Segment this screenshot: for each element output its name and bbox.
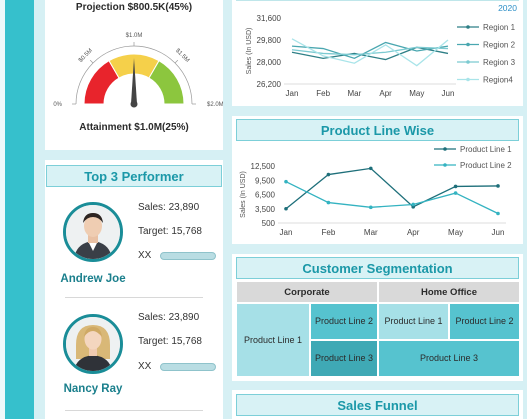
product-line-title: Product Line Wise bbox=[236, 119, 519, 141]
data-point bbox=[496, 184, 500, 188]
legend-label: Region 2 bbox=[483, 41, 516, 50]
gauge-tick bbox=[174, 59, 179, 64]
x-tick-label: Jan bbox=[286, 89, 299, 98]
projection-gauge-panel: Projection $800.5K(45%) 0% $0.5M $1.0M $1.5… bbox=[45, 0, 223, 150]
gauge-chart: 0%$0.5M$1.0M$1.5M$2.0M bbox=[53, 33, 223, 108]
x-tick-label: Jun bbox=[442, 89, 455, 98]
legend-marker bbox=[443, 163, 447, 167]
legend-marker bbox=[466, 25, 470, 29]
gauge-tick bbox=[89, 59, 94, 64]
y-axis-label: Sales (In USD) bbox=[246, 28, 253, 75]
data-point bbox=[284, 206, 288, 211]
data-point bbox=[369, 205, 373, 210]
gauge-scale-label: $2.0M bbox=[207, 102, 223, 108]
avatar bbox=[63, 202, 123, 262]
avatar bbox=[63, 314, 123, 374]
product-line-panel: Product Line Wise 12,500 9,500 6,500 3,500 5… bbox=[232, 116, 523, 244]
year-label: 2020 bbox=[498, 3, 517, 13]
y-tick-label: 29,800 bbox=[257, 36, 282, 45]
x-tick-label: Jun bbox=[492, 228, 505, 237]
y-tick-label: 3,500 bbox=[255, 205, 276, 214]
y-axis-label: Sales (In USD) bbox=[240, 171, 247, 218]
divider bbox=[65, 410, 203, 411]
sales-funnel-panel: Sales Funnel bbox=[232, 390, 523, 419]
legend-label: Product Line 1 bbox=[460, 145, 512, 154]
gauge-needle-hub bbox=[130, 100, 138, 108]
performer-sales: Sales: 23,890 bbox=[138, 312, 200, 323]
performer-progress-bar bbox=[160, 252, 216, 260]
segment-header-home-office: Home Office bbox=[378, 281, 520, 303]
x-tick-label: Feb bbox=[322, 228, 336, 237]
x-tick-label: Mar bbox=[348, 89, 362, 98]
performer-card: Sales: 23,890 Target: 15,768 XX Andrew J… bbox=[45, 200, 223, 310]
region-sales-panel: 2020 31,600 29,800 28,000 26,200 Sales (In U… bbox=[232, 0, 523, 106]
data-point bbox=[284, 179, 288, 184]
y-tick-label: 500 bbox=[262, 219, 276, 228]
legend-label: Product Line 2 bbox=[460, 161, 512, 170]
x-tick-label: May bbox=[448, 228, 463, 237]
x-tick-label: Jan bbox=[280, 228, 293, 237]
x-tick-label: May bbox=[409, 89, 424, 98]
segment-cell: Product Line 2 bbox=[310, 303, 378, 340]
performer-target: Target: 15,768 bbox=[138, 336, 202, 347]
legend-label: Region4 bbox=[483, 76, 513, 85]
data-point bbox=[453, 184, 458, 189]
x-tick-label: Apr bbox=[379, 89, 392, 98]
performer-xx-label: XX bbox=[138, 361, 152, 372]
segment-cell: Product Line 2 bbox=[449, 303, 520, 340]
top-performer-panel: Top 3 Performer Sales: 23,890 Target: 15… bbox=[45, 160, 223, 419]
performer-sales: Sales: 23,890 bbox=[138, 202, 200, 213]
segment-cell: Product Line 1 bbox=[378, 303, 449, 340]
performer-progress-bar bbox=[160, 363, 216, 371]
y-tick-label: 28,000 bbox=[257, 58, 282, 67]
data-point bbox=[453, 191, 458, 195]
performer-card: Sales: 23,890 Target: 15,768 XX Nancy Ra… bbox=[45, 312, 223, 419]
gauge-scale-label: 0% bbox=[53, 102, 62, 108]
data-point bbox=[326, 200, 331, 205]
segment-cell: Product Line 3 bbox=[378, 340, 520, 377]
legend-marker bbox=[443, 147, 447, 151]
data-point bbox=[326, 172, 331, 177]
legend-label: Region 3 bbox=[483, 58, 516, 67]
data-point bbox=[496, 211, 500, 216]
performer-name: Nancy Ray bbox=[63, 383, 123, 395]
legend-marker bbox=[466, 42, 470, 47]
x-tick-label: Apr bbox=[407, 228, 420, 237]
legend-marker bbox=[466, 60, 470, 64]
y-tick-label: 12,500 bbox=[251, 162, 276, 171]
sales-funnel-title: Sales Funnel bbox=[236, 394, 519, 416]
y-tick-label: 6,500 bbox=[255, 191, 276, 200]
x-tick-label: Mar bbox=[364, 228, 378, 237]
segment-header-corporate: Corporate bbox=[236, 281, 378, 303]
series-line bbox=[291, 38, 449, 67]
attainment-label: Attainment $1.0M(25%) bbox=[79, 122, 189, 133]
data-point bbox=[411, 202, 415, 207]
y-tick-label: 31,600 bbox=[257, 14, 282, 23]
segment-cell: Product Line 1 bbox=[236, 303, 310, 377]
sidebar-strip bbox=[0, 0, 34, 419]
data-point bbox=[369, 166, 373, 171]
segment-cell: Product Line 3 bbox=[310, 340, 378, 377]
x-tick-label: Feb bbox=[316, 89, 330, 98]
legend-label: Region 1 bbox=[483, 23, 516, 32]
gauge-scale-label: $1.0M bbox=[126, 33, 143, 39]
y-tick-label: 26,200 bbox=[257, 80, 282, 89]
top-performer-title: Top 3 Performer bbox=[46, 165, 222, 187]
performer-target: Target: 15,768 bbox=[138, 226, 202, 237]
projection-label: Projection $800.5K(45%) bbox=[75, 2, 193, 13]
panel-rule bbox=[236, 0, 519, 1]
performer-xx-label: XX bbox=[138, 250, 152, 261]
customer-segmentation-panel: Customer Segmentation Corporate Home Off… bbox=[232, 254, 523, 381]
series-line bbox=[285, 167, 499, 210]
performer-name: Andrew Joe bbox=[60, 273, 126, 285]
divider bbox=[65, 297, 203, 298]
segmentation-title: Customer Segmentation bbox=[236, 257, 519, 279]
legend-marker bbox=[466, 77, 470, 82]
region-line-chart: 31,600 29,800 28,000 26,200 Sales (In USD) Ja… bbox=[246, 14, 516, 98]
sidebar-edge bbox=[0, 0, 5, 419]
y-tick-label: 9,500 bbox=[255, 176, 276, 185]
